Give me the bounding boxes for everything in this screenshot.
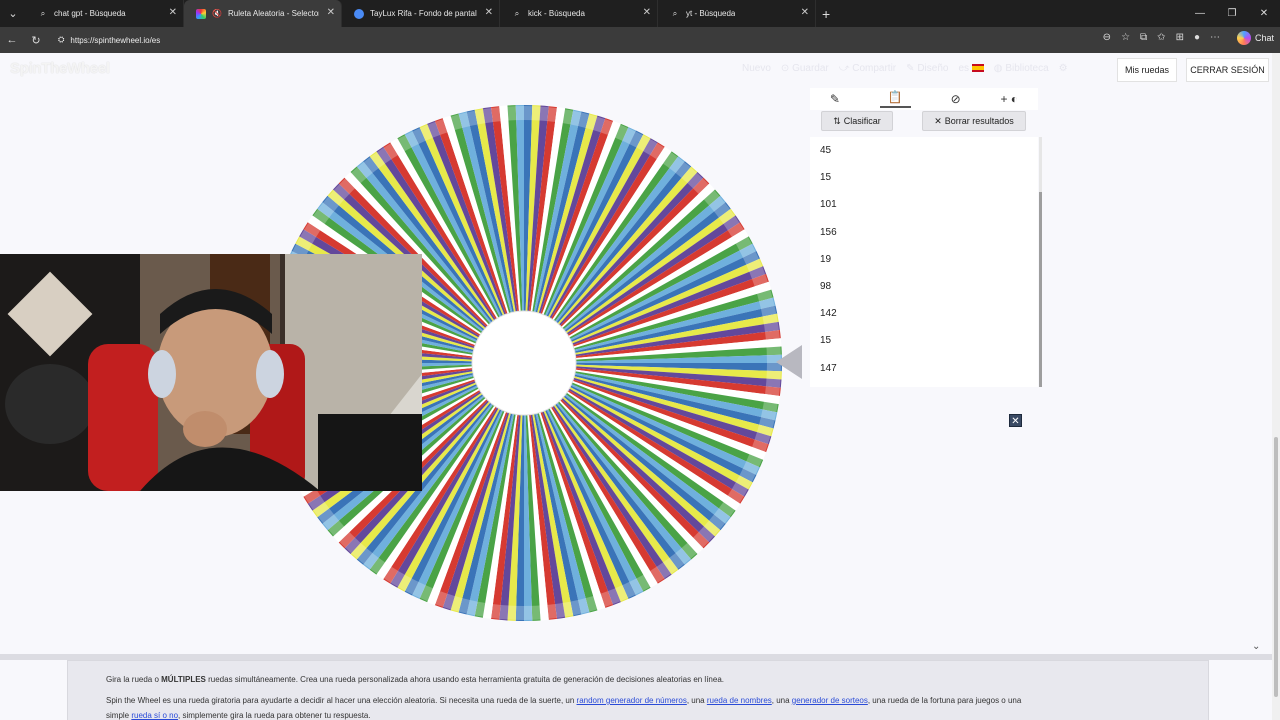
list-item: 156: [820, 226, 837, 238]
description-line-3: simple rueda sí o no, simplemente gira l…: [106, 711, 371, 720]
panel-toolbar: ✎ 📋 ⊘ + ◐: [810, 88, 1038, 110]
close-ad-icon[interactable]: ✕: [1009, 414, 1022, 427]
window-controls: — ❐ ✕: [1184, 0, 1280, 27]
share-icon: ⤻: [838, 63, 853, 74]
browser-tab[interactable]: TayLux Rifa - Fondo de pantalla p ✕: [342, 0, 500, 27]
add-wheel-icon[interactable]: + ◐: [1000, 92, 1018, 106]
nav-design[interactable]: ✎ Diseño: [906, 63, 948, 74]
address-bar: ← ↻ ⛭ https://spinthewheel.io/es ⊖ ☆ ⧉ ✩…: [0, 27, 1280, 53]
search-icon: ⌕: [672, 8, 678, 18]
random-number-link[interactable]: random generador de números: [577, 696, 687, 705]
tab-list-chevron-icon[interactable]: ⌄: [0, 0, 26, 27]
clear-results-button[interactable]: ✕ Borrar resultados: [922, 111, 1026, 131]
page-scroll-thumb[interactable]: [1274, 437, 1278, 697]
browser-tab-bar: ⌄ ⌕ chat gpt - Búsqueda ✕ 🔇 Ruleta Aleat…: [0, 0, 1280, 27]
favorites-icon[interactable]: ✩: [1157, 32, 1165, 43]
browser-toolbar: ⊖ ☆ ⧉ ✩ ⊞ ● ⋯: [1103, 32, 1220, 43]
clear-x-icon: ✕: [934, 115, 942, 126]
raffle-generator-link[interactable]: generador de sorteos: [792, 696, 868, 705]
collections-icon[interactable]: ⊞: [1176, 32, 1184, 43]
url-field[interactable]: ⛭ https://spinthewheel.io/es: [52, 30, 1102, 50]
list-item: 45: [820, 145, 832, 156]
edit-pencil-icon[interactable]: ✎: [830, 92, 840, 106]
list-item: 19: [820, 253, 832, 265]
settings-icon[interactable]: ⚙: [1059, 63, 1068, 74]
nav-new[interactable]: Nuevo: [742, 63, 771, 74]
nav-language[interactable]: es: [958, 63, 984, 74]
close-tab-icon[interactable]: ✕: [485, 7, 493, 18]
close-tab-icon[interactable]: ✕: [169, 7, 177, 18]
browser-tab[interactable]: ⌕ yt - Búsqueda ✕: [658, 0, 816, 27]
results-scrollbar[interactable]: [1039, 192, 1042, 387]
yes-no-wheel-link[interactable]: rueda sí o no: [131, 711, 178, 720]
nav-library[interactable]: ◍ Biblioteca: [994, 63, 1049, 74]
pencil-icon: ✎: [906, 63, 918, 74]
list-item: 98: [820, 280, 832, 292]
top-navigation: Nuevo ⊙ Guardar ⤻ Compartir ✎ Diseño es …: [742, 63, 1068, 74]
close-tab-icon[interactable]: ✕: [327, 7, 335, 18]
list-item: 142: [820, 308, 837, 320]
sort-icon: ⇅: [833, 115, 841, 126]
more-icon[interactable]: ⋯: [1210, 32, 1220, 43]
search-icon: ⌕: [514, 8, 520, 18]
my-wheels-button[interactable]: Mis ruedas: [1117, 58, 1177, 82]
nav-share[interactable]: ⤻ Compartir: [839, 63, 896, 74]
list-item: 15: [820, 335, 832, 347]
save-icon: ⊙: [780, 63, 793, 74]
extensions-icon[interactable]: ⧉: [1140, 32, 1147, 43]
sort-button[interactable]: ⇅ Clasificar: [821, 111, 893, 131]
wheel-pointer: [776, 345, 802, 379]
name-wheel-link[interactable]: rueda de nombres: [707, 696, 772, 705]
close-tab-icon[interactable]: ✕: [801, 7, 809, 18]
copilot-icon: [1236, 31, 1251, 45]
search-icon: ⌕: [40, 8, 46, 18]
wheel-center-hub[interactable]: [471, 310, 577, 416]
reader-icon[interactable]: ⊖: [1103, 32, 1111, 43]
copilot-button[interactable]: Chat: [1236, 31, 1274, 45]
restore-icon[interactable]: ❐: [1216, 0, 1248, 27]
browser-tab-active[interactable]: 🔇 Ruleta Aleatoria - Selector Pe ✕: [184, 0, 342, 27]
profile-icon[interactable]: ●: [1194, 32, 1200, 43]
site-info-icon[interactable]: ⛭: [58, 35, 64, 45]
new-tab-icon[interactable]: +: [822, 6, 830, 22]
nav-save[interactable]: ⊙ Guardar: [781, 63, 829, 74]
results-clipboard-icon[interactable]: 📋: [879, 90, 911, 108]
speaker-muted-icon[interactable]: 🔇: [212, 9, 222, 19]
spain-flag-icon: [971, 64, 984, 73]
chevron-down-icon[interactable]: ⌄: [1252, 641, 1260, 652]
minimize-icon[interactable]: —: [1184, 0, 1216, 27]
list-item: 15: [820, 172, 832, 184]
results-list: 45 15 101 156 19 98 142 15 147: [810, 137, 1042, 387]
page-viewport: SpinTheWheel Nuevo ⊙ Guardar ⤻ Compartir…: [0, 53, 1272, 720]
site-logo[interactable]: SpinTheWheel: [10, 60, 110, 77]
browser-tab[interactable]: ⌕ kick - Búsqueda ✕: [500, 0, 658, 27]
webcam-image: [0, 254, 422, 491]
description-box: Gira la rueda o MÚLTIPLES ruedas simultá…: [67, 660, 1209, 720]
reload-icon[interactable]: ↻: [24, 34, 48, 47]
list-item: 147: [820, 362, 837, 374]
browser-tab[interactable]: ⌕ chat gpt - Búsqueda ✕: [26, 0, 184, 27]
chrome-icon: [354, 8, 364, 19]
close-tab-icon[interactable]: ✕: [643, 7, 651, 18]
spinwheel-favicon: [196, 8, 206, 19]
hidden-eye-icon[interactable]: ⊘: [951, 92, 961, 106]
favorite-icon[interactable]: ☆: [1121, 32, 1130, 43]
webcam-overlay: [0, 254, 422, 491]
close-window-icon[interactable]: ✕: [1248, 0, 1280, 27]
list-item: 101: [820, 199, 837, 211]
back-icon[interactable]: ←: [0, 34, 24, 46]
logout-button[interactable]: CERRAR SESIÓN: [1186, 58, 1269, 82]
page-scrollbar[interactable]: [1272, 53, 1280, 720]
description-line-2: Spin the Wheel es una rueda giratoria pa…: [106, 696, 1022, 705]
globe-icon: ◍: [993, 63, 1006, 74]
description-line-1: Gira la rueda o MÚLTIPLES ruedas simultá…: [106, 675, 725, 684]
